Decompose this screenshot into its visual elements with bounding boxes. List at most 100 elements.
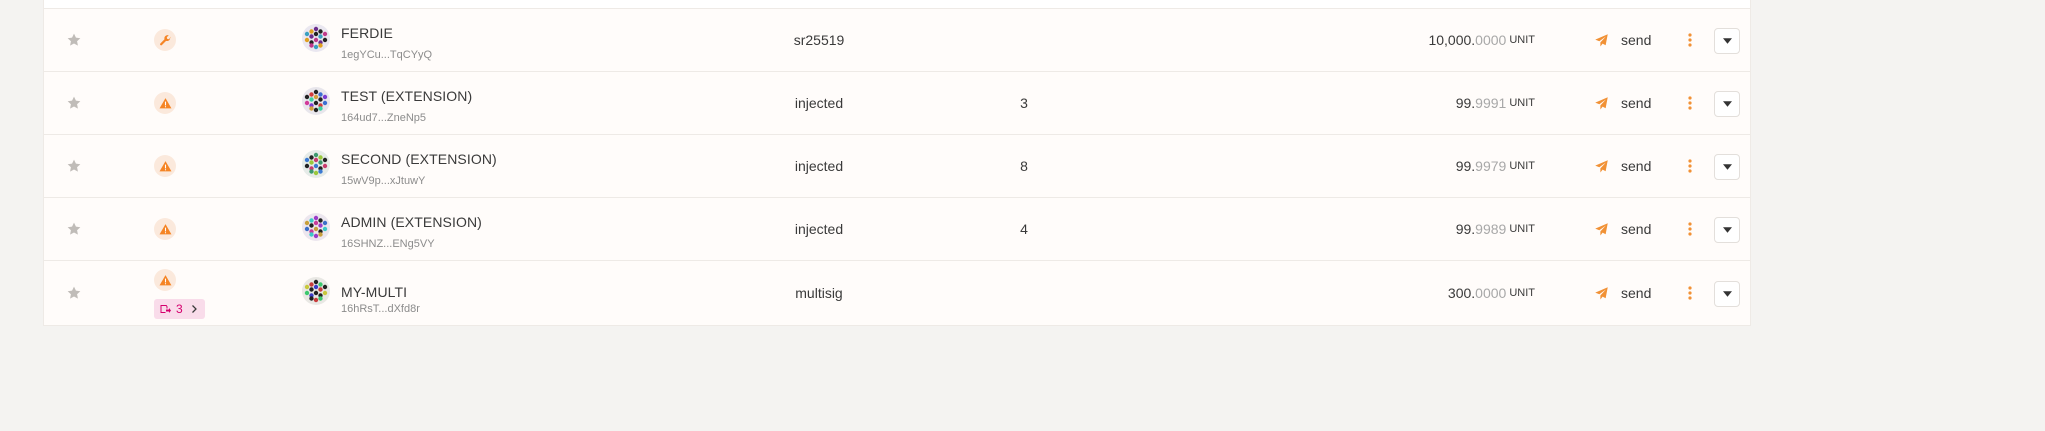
- send-label: send: [1621, 158, 1652, 174]
- account-balance: 99. 9979 UNIT: [1456, 135, 1535, 197]
- send-button[interactable]: send: [1594, 72, 1651, 134]
- injected-warning-badge: [154, 218, 176, 240]
- table-row: ADMIN (EXTENSION) 16SHNZ...ENg5VY inject…: [44, 198, 1750, 261]
- account-type: sr25519: [793, 32, 845, 48]
- warning-icon: [154, 92, 176, 114]
- balance-decimal: 0000: [1475, 32, 1507, 48]
- balance-integer: 99.: [1455, 158, 1476, 174]
- balance-unit: UNIT: [1509, 160, 1535, 172]
- account-type: injected: [794, 221, 844, 237]
- balance-integer: 99.: [1455, 95, 1476, 111]
- expand-row-button[interactable]: [1714, 154, 1740, 180]
- avatar-identicon[interactable]: [302, 24, 330, 52]
- avatar-identicon[interactable]: [302, 213, 330, 241]
- send-label: send: [1621, 285, 1652, 301]
- balance-integer: 99.: [1455, 221, 1476, 237]
- account-type: multisig: [795, 285, 843, 301]
- balance-decimal: 9979: [1475, 158, 1507, 174]
- send-label: send: [1621, 221, 1652, 237]
- chevron-right-icon: [191, 305, 197, 313]
- caret-down-icon: [1722, 38, 1732, 44]
- expand-row-button[interactable]: [1714, 281, 1740, 307]
- table-row: TEST (EXTENSION) 164ud7...ZneNp5 injecte…: [44, 72, 1750, 135]
- balance-unit: UNIT: [1509, 97, 1535, 109]
- caret-down-icon: [1722, 227, 1732, 233]
- send-button[interactable]: send: [1594, 9, 1651, 71]
- account-address[interactable]: 16hRsT...dXfd8r: [341, 303, 420, 315]
- account-name: TEST (EXTENSION): [341, 88, 473, 104]
- account-address[interactable]: 15wV9p...xJtuwY: [341, 175, 425, 187]
- account-address[interactable]: 16SHNZ...ENg5VY: [341, 238, 435, 250]
- balance-unit: UNIT: [1509, 223, 1535, 235]
- expand-row-button[interactable]: [1714, 91, 1740, 117]
- more-options-icon[interactable]: [1684, 72, 1696, 134]
- proxy-badge[interactable]: 3: [154, 299, 205, 319]
- send-label: send: [1621, 95, 1652, 111]
- caret-down-icon: [1722, 164, 1732, 170]
- balance-integer: 10,000.: [1428, 32, 1476, 48]
- table-row: SECOND (EXTENSION) 15wV9p...xJtuwY injec…: [44, 135, 1750, 198]
- paper-plane-icon: [1595, 33, 1608, 46]
- wrench-icon: [154, 29, 176, 51]
- balance-unit: UNIT: [1509, 34, 1535, 46]
- table-row: 3 MY-MULTI 16hRsT...dXfd8r multisig 300.…: [44, 261, 1750, 326]
- balance-decimal: 0000: [1475, 285, 1507, 301]
- dev-badge: [154, 29, 176, 51]
- warning-badge: [154, 269, 176, 291]
- paper-plane-icon: [1595, 286, 1608, 299]
- account-count: 3: [1020, 95, 1028, 111]
- caret-down-icon: [1722, 291, 1732, 297]
- account-type: injected: [794, 95, 844, 111]
- injected-warning-badge: [154, 155, 176, 177]
- more-options-icon[interactable]: [1684, 261, 1696, 325]
- favorite-star-icon[interactable]: [66, 135, 82, 197]
- send-button[interactable]: send: [1594, 135, 1651, 197]
- paper-plane-icon: [1595, 96, 1608, 109]
- balance-unit: UNIT: [1509, 287, 1535, 299]
- account-balance: 10,000. 0000 UNIT: [1428, 9, 1535, 71]
- avatar-identicon[interactable]: [302, 150, 330, 178]
- avatar-identicon[interactable]: [302, 277, 330, 305]
- expand-row-button[interactable]: [1714, 217, 1740, 243]
- favorite-star-icon[interactable]: [66, 72, 82, 134]
- balance-decimal: 9989: [1475, 221, 1507, 237]
- table-row: FERDIE 1egYCu...TqCYyQ sr25519 10,000. 00…: [44, 9, 1750, 72]
- paper-plane-icon: [1595, 222, 1608, 235]
- account-count: [1004, 9, 1044, 71]
- account-count: 4: [1020, 221, 1028, 237]
- accounts-table: FERDIE 1egYCu...TqCYyQ sr25519 10,000. 00…: [43, 0, 1751, 326]
- warning-icon: [154, 218, 176, 240]
- warning-icon: [154, 269, 176, 291]
- warning-icon: [154, 155, 176, 177]
- account-count: 8: [1020, 158, 1028, 174]
- send-button[interactable]: send: [1594, 198, 1651, 260]
- account-address[interactable]: 1egYCu...TqCYyQ: [341, 49, 432, 61]
- send-button[interactable]: send: [1594, 261, 1651, 325]
- more-options-icon[interactable]: [1684, 9, 1696, 71]
- more-options-icon[interactable]: [1684, 198, 1696, 260]
- proxy-count: 3: [176, 302, 183, 316]
- account-name: FERDIE: [341, 25, 393, 41]
- more-options-icon[interactable]: [1684, 135, 1696, 197]
- table-header-edge: [44, 0, 1750, 9]
- account-balance: 99. 9991 UNIT: [1456, 72, 1535, 134]
- favorite-star-icon[interactable]: [66, 9, 82, 71]
- send-label: send: [1621, 32, 1652, 48]
- avatar-identicon[interactable]: [302, 87, 330, 115]
- account-address[interactable]: 164ud7...ZneNp5: [341, 112, 426, 124]
- caret-down-icon: [1722, 101, 1732, 107]
- balance-integer: 300.: [1447, 285, 1476, 301]
- account-name: MY-MULTI: [341, 284, 408, 300]
- favorite-star-icon[interactable]: [66, 261, 82, 325]
- paper-plane-icon: [1595, 159, 1608, 172]
- injected-warning-badge: [154, 92, 176, 114]
- balance-decimal: 9991: [1475, 95, 1507, 111]
- favorite-star-icon[interactable]: [66, 198, 82, 260]
- account-type: injected: [794, 158, 844, 174]
- account-balance: 300. 0000 UNIT: [1448, 261, 1535, 325]
- expand-row-button[interactable]: [1714, 28, 1740, 54]
- account-name: ADMIN (EXTENSION): [341, 214, 482, 230]
- account-balance: 99. 9989 UNIT: [1456, 198, 1535, 260]
- account-count: [1004, 261, 1044, 325]
- account-name: SECOND (EXTENSION): [341, 151, 497, 167]
